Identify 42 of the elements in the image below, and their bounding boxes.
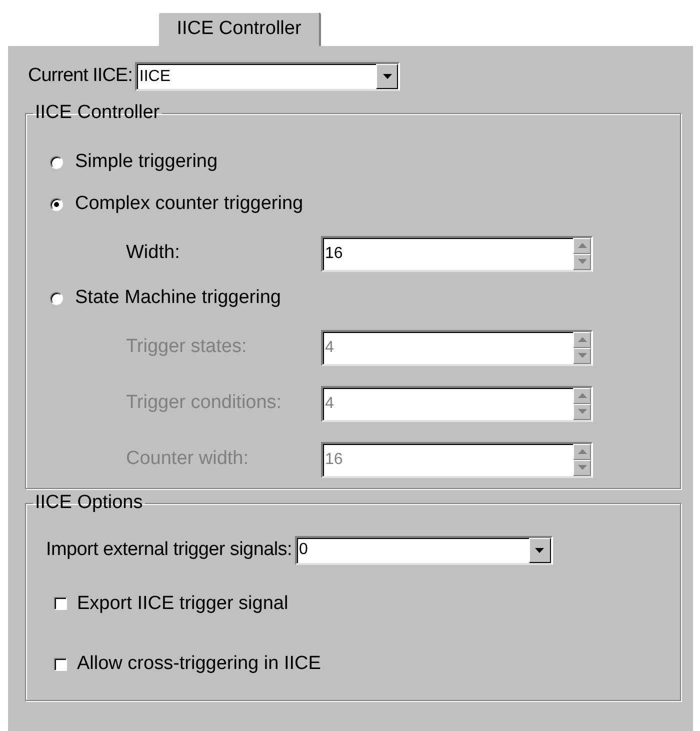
caret-icon xyxy=(535,548,544,552)
spin-value: 4 xyxy=(324,338,335,358)
checkbox-label[interactable]: Allow cross-triggering in IICE xyxy=(77,650,321,678)
radio-label[interactable]: Simple triggering xyxy=(75,148,218,177)
dropdown[interactable]: 0 xyxy=(294,536,553,564)
field-label: Width: xyxy=(125,241,181,266)
radio-button[interactable] xyxy=(50,292,63,305)
dropdown-value: IICE xyxy=(138,66,172,86)
checkbox[interactable] xyxy=(54,658,67,671)
spin-value: 4 xyxy=(324,394,335,414)
up-arrow-icon xyxy=(578,393,586,398)
down-arrow-icon xyxy=(578,465,586,470)
field-label: Trigger conditions: xyxy=(125,391,283,416)
radio-button[interactable] xyxy=(50,156,63,169)
up-arrow-icon xyxy=(578,337,586,342)
checkbox[interactable] xyxy=(54,597,67,610)
up-arrow-icon xyxy=(578,243,586,248)
spin-value: 16 xyxy=(324,244,344,264)
group-title: IICE Controller xyxy=(34,101,161,125)
field-label: Current IICE: xyxy=(28,64,132,88)
dropdown[interactable]: IICE xyxy=(135,62,400,91)
radio-button[interactable] xyxy=(50,198,63,211)
caret-icon xyxy=(382,74,392,79)
field-label: Counter width: xyxy=(125,447,250,472)
spin-down-button[interactable] xyxy=(573,254,591,270)
down-arrow-icon xyxy=(578,259,586,264)
dropdown-arrow-button[interactable] xyxy=(376,64,398,89)
spin-field[interactable]: 16 xyxy=(321,236,593,272)
group-title: IICE Options xyxy=(34,491,144,515)
down-arrow-icon xyxy=(578,353,586,358)
field-label: Import external trigger signals: xyxy=(46,538,292,562)
field-label: Trigger states: xyxy=(125,335,248,360)
radio-label[interactable]: State Machine triggering xyxy=(75,284,281,313)
down-arrow-icon xyxy=(578,409,586,414)
dropdown-value: 0 xyxy=(298,540,309,560)
dropdown-arrow-button[interactable] xyxy=(528,538,551,562)
up-arrow-icon xyxy=(578,449,586,454)
radio-label[interactable]: Complex counter triggering xyxy=(75,190,304,219)
tab[interactable]: IICE Controller xyxy=(158,12,321,46)
spin-value: 16 xyxy=(324,450,344,470)
checkbox-label[interactable]: Export IICE trigger signal xyxy=(77,590,288,618)
spin-up-button[interactable] xyxy=(573,238,591,254)
